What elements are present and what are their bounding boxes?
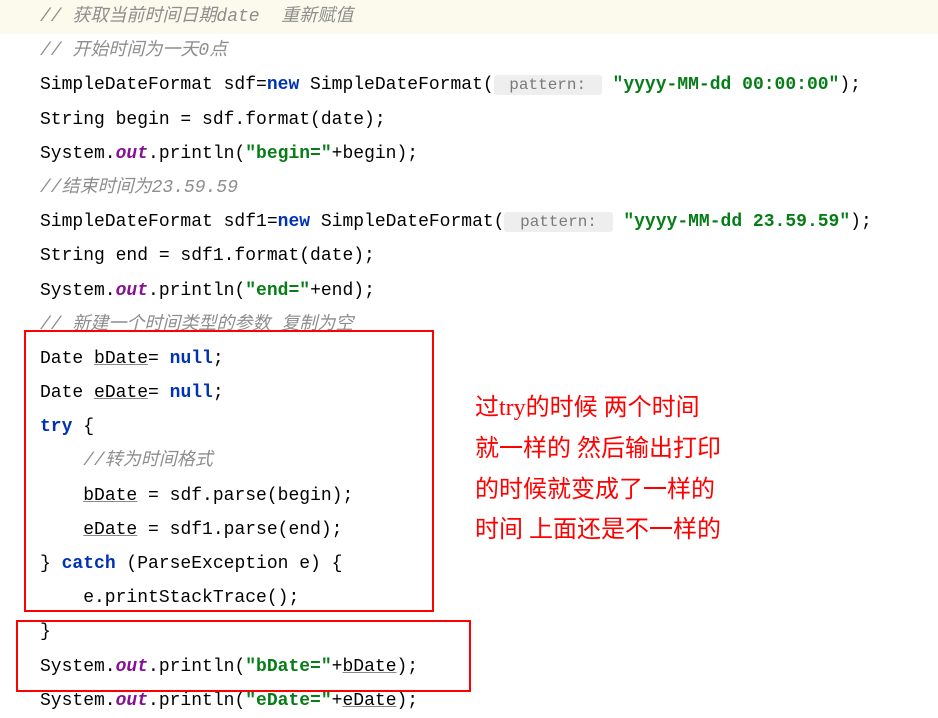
field-out: out	[116, 144, 148, 164]
code-text: SimpleDateFormat sdf1=	[40, 212, 278, 232]
code-line: bDate = sdf.parse(begin);	[0, 479, 938, 513]
annotation-line: 过try的时候 两个时间	[475, 388, 721, 429]
code-text: .println(	[148, 691, 245, 711]
code-text: System.	[40, 691, 116, 711]
code-text: +end);	[310, 281, 375, 301]
code-text: (ParseException e) {	[116, 554, 343, 574]
code-text: +begin);	[332, 144, 418, 164]
var-bDate: bDate	[94, 349, 148, 369]
code-text	[40, 520, 83, 540]
string-literal: "begin="	[245, 144, 331, 164]
code-text: +	[332, 691, 343, 711]
code-line: String begin = sdf.format(date);	[0, 103, 938, 137]
string-literal: "yyyy-MM-dd 00:00:00"	[613, 75, 840, 95]
code-text: ;	[213, 383, 224, 403]
string-literal: "bDate="	[245, 657, 331, 677]
code-text: {	[72, 417, 94, 437]
var-eDate: eDate	[94, 383, 148, 403]
code-text: = sdf1.parse(end);	[137, 520, 342, 540]
code-line: //结束时间为23.59.59	[0, 171, 938, 205]
comment: // 开始时间为一天0点	[40, 41, 227, 61]
annotation-line: 就一样的 然后输出打印	[475, 429, 721, 470]
code-text: Date	[40, 349, 94, 369]
keyword-null: null	[170, 383, 213, 403]
var-bDate: bDate	[342, 657, 396, 677]
keyword-catch: catch	[62, 554, 116, 574]
code-line: SimpleDateFormat sdf1=new SimpleDateForm…	[0, 205, 938, 239]
keyword-new: new	[267, 75, 299, 95]
code-text: .println(	[148, 657, 245, 677]
comment: //转为时间格式	[40, 451, 213, 471]
code-text: .println(	[148, 281, 245, 301]
code-line: //转为时间格式	[0, 444, 938, 478]
code-line: Date eDate= null;	[0, 376, 938, 410]
code-text: System.	[40, 144, 116, 164]
field-out: out	[116, 281, 148, 301]
param-hint: pattern:	[494, 75, 602, 95]
code-line: String end = sdf1.format(date);	[0, 239, 938, 273]
annotation-line: 时间 上面还是不一样的	[475, 510, 721, 551]
annotation-line: 的时候就变成了一样的	[475, 470, 721, 511]
code-text: String end = sdf1.format(date);	[40, 246, 375, 266]
code-text: SimpleDateFormat(	[299, 75, 493, 95]
code-text: System.	[40, 657, 116, 677]
comment: //结束时间为23.59.59	[40, 178, 238, 198]
red-annotation: 过try的时候 两个时间就一样的 然后输出打印的时候就变成了一样的时间 上面还是…	[475, 388, 721, 551]
code-line: e.printStackTrace();	[0, 581, 938, 615]
string-literal: "yyyy-MM-dd 23.59.59"	[623, 212, 850, 232]
code-line: try {	[0, 410, 938, 444]
code-text: String begin = sdf.format(date);	[40, 110, 386, 130]
string-literal: "eDate="	[245, 691, 331, 711]
code-text: );	[850, 212, 872, 232]
code-line: System.out.println("bDate="+bDate);	[0, 650, 938, 684]
comment: // 获取当前时间日期date 重新赋值	[40, 7, 353, 27]
code-line: // 获取当前时间日期date 重新赋值	[0, 0, 938, 34]
code-line: // 开始时间为一天0点	[0, 34, 938, 68]
field-out: out	[116, 657, 148, 677]
code-text: e.printStackTrace();	[40, 588, 299, 608]
param-hint: pattern:	[504, 212, 612, 232]
code-text: Date	[40, 383, 94, 403]
code-line: // 新建一个时间类型的参数 复制为空	[0, 308, 938, 342]
var-bDate: bDate	[83, 486, 137, 506]
code-text: );	[397, 691, 419, 711]
code-text	[40, 486, 83, 506]
field-out: out	[116, 691, 148, 711]
code-line: eDate = sdf1.parse(end);	[0, 513, 938, 547]
code-line: Date bDate= null;	[0, 342, 938, 376]
code-text: = sdf.parse(begin);	[137, 486, 353, 506]
code-text: =	[148, 349, 170, 369]
code-line: } catch (ParseException e) {	[0, 547, 938, 581]
comment: // 新建一个时间类型的参数 复制为空	[40, 315, 353, 335]
var-eDate: eDate	[342, 691, 396, 711]
code-text: SimpleDateFormat sdf=	[40, 75, 267, 95]
string-literal: "end="	[245, 281, 310, 301]
keyword-try: try	[40, 417, 72, 437]
code-text: );	[839, 75, 861, 95]
code-text: );	[397, 657, 419, 677]
code-text: }	[40, 554, 62, 574]
code-text: .println(	[148, 144, 245, 164]
code-line: }	[0, 615, 938, 649]
code-line: System.out.println("end="+end);	[0, 274, 938, 308]
code-line: SimpleDateFormat sdf=new SimpleDateForma…	[0, 68, 938, 102]
code-text: }	[40, 622, 51, 642]
code-text: +	[332, 657, 343, 677]
code-text: System.	[40, 281, 116, 301]
code-line: System.out.println("eDate="+eDate);	[0, 684, 938, 718]
code-line: System.out.println("begin="+begin);	[0, 137, 938, 171]
keyword-new: new	[278, 212, 310, 232]
keyword-null: null	[170, 349, 213, 369]
code-text: =	[148, 383, 170, 403]
code-text: ;	[213, 349, 224, 369]
var-eDate: eDate	[83, 520, 137, 540]
code-block: // 获取当前时间日期date 重新赋值 // 开始时间为一天0点 Simple…	[0, 0, 938, 718]
code-text: SimpleDateFormat(	[310, 212, 504, 232]
